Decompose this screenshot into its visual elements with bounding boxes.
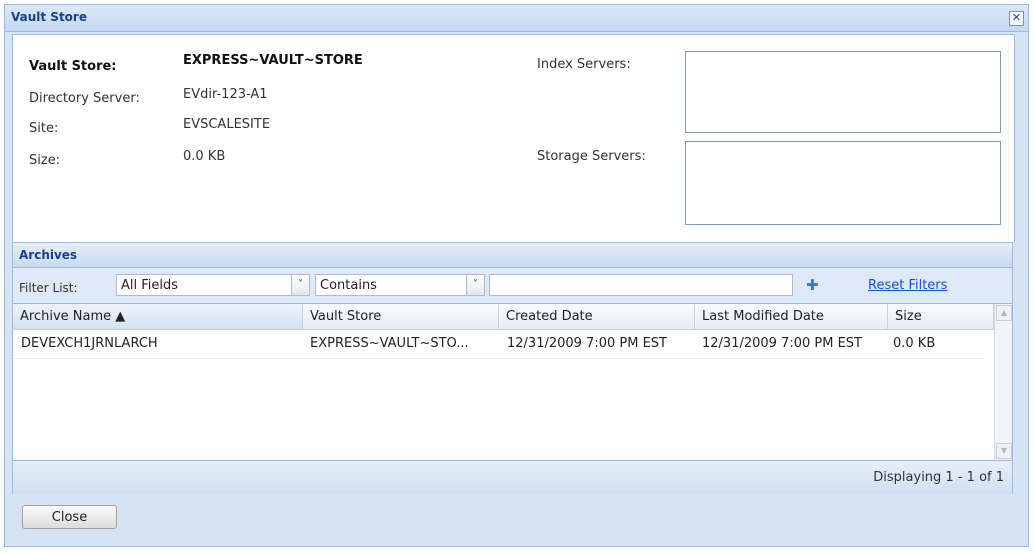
- archives-header: Archives: [13, 243, 1012, 268]
- plus-icon[interactable]: ✚: [806, 276, 819, 294]
- table-cell-archive-name: DEVEXCH1JRNLARCH: [21, 336, 158, 351]
- directory-server-value: EVdir-123-A1: [183, 87, 268, 102]
- directory-server-label: Directory Server:: [29, 91, 140, 106]
- filter-toolbar: Filter List: All Fields ˅ Contains ˅ ✚ R…: [13, 268, 1012, 302]
- filter-field-value: All Fields: [121, 278, 179, 293]
- vault-store-label: Vault Store:: [29, 59, 117, 74]
- column-header-size[interactable]: Size: [888, 304, 994, 330]
- column-header-last-modified-date[interactable]: Last Modified Date: [695, 304, 888, 330]
- index-servers-label: Index Servers:: [537, 57, 631, 72]
- chevron-down-icon[interactable]: ˅: [291, 275, 309, 295]
- storage-servers-label: Storage Servers:: [537, 149, 646, 164]
- column-header-vault-store[interactable]: Vault Store: [303, 304, 499, 330]
- filter-value-input[interactable]: [489, 274, 793, 296]
- paging-info: Displaying 1 - 1 of 1: [873, 470, 1004, 485]
- chevron-down-icon[interactable]: ˅: [466, 275, 484, 295]
- row-divider: [13, 358, 983, 359]
- storage-servers-list[interactable]: [685, 141, 1001, 225]
- vault-store-details: Vault Store: EXPRESS~VAULT~STORE Directo…: [12, 34, 1015, 243]
- column-header-created-date[interactable]: Created Date: [499, 304, 695, 330]
- index-servers-list[interactable]: [685, 51, 1001, 133]
- paging-toolbar: Displaying 1 - 1 of 1: [13, 460, 1012, 494]
- archives-title: Archives: [19, 248, 78, 262]
- close-icon[interactable]: ✕: [1009, 11, 1024, 26]
- column-header-archive-name[interactable]: Archive Name ▲: [13, 304, 303, 330]
- size-value: 0.0 KB: [183, 149, 226, 164]
- scroll-down-icon[interactable]: ▼: [996, 443, 1012, 459]
- window-titlebar: Vault Store ✕: [5, 5, 1028, 32]
- table-cell-size: 0.0 KB: [893, 336, 936, 351]
- filter-operator-value: Contains: [320, 278, 377, 293]
- scroll-up-icon[interactable]: ▲: [996, 305, 1012, 321]
- archives-panel: Archives Filter List: All Fields ˅ Conta…: [12, 242, 1013, 494]
- filter-field-select[interactable]: All Fields ˅: [116, 274, 310, 296]
- size-label: Size:: [29, 153, 61, 168]
- site-value: EVSCALESITE: [183, 117, 271, 132]
- close-button[interactable]: Close: [22, 505, 117, 529]
- reset-filters-link[interactable]: Reset Filters: [868, 278, 947, 293]
- window-title: Vault Store: [11, 10, 87, 24]
- vault-store-value: EXPRESS~VAULT~STORE: [183, 53, 363, 68]
- filter-list-label: Filter List:: [19, 281, 78, 295]
- vertical-scrollbar[interactable]: ▲ ▼: [994, 304, 1012, 460]
- table-cell-last-modified-date: 12/31/2009 7:00 PM EST: [702, 336, 862, 351]
- filter-operator-select[interactable]: Contains ˅: [315, 274, 485, 296]
- archives-grid: Archive Name ▲ Vault Store Created Date …: [13, 303, 1012, 460]
- table-cell-vault-store: EXPRESS~VAULT~STO...: [310, 336, 469, 351]
- site-label: Site:: [29, 121, 59, 136]
- table-cell-created-date: 12/31/2009 7:00 PM EST: [507, 336, 667, 351]
